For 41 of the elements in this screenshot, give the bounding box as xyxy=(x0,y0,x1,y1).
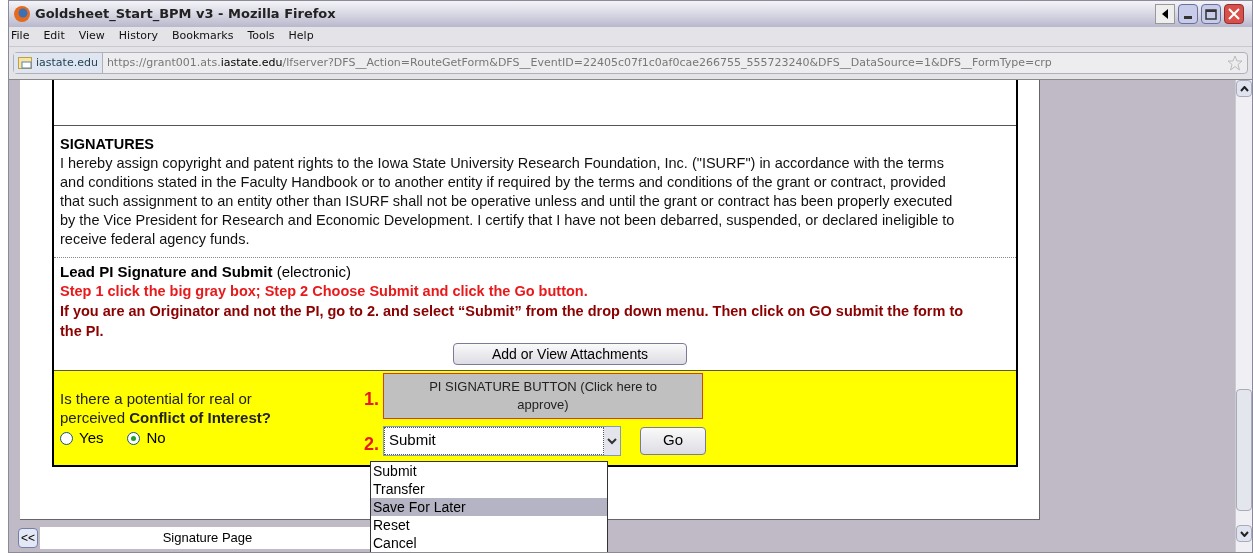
back-tab-button[interactable]: << xyxy=(18,528,38,548)
scroll-up-icon xyxy=(1239,85,1249,92)
scroll-left-button[interactable] xyxy=(1155,4,1175,24)
minimize-icon xyxy=(1184,16,1192,19)
step-number: 1. xyxy=(364,388,379,411)
maximize-icon xyxy=(1205,8,1217,20)
add-attachments-button[interactable]: Add or View Attachments xyxy=(453,343,687,365)
dropdown-option[interactable]: Save For Later xyxy=(371,498,607,516)
close-button[interactable] xyxy=(1224,4,1244,24)
section-heading: SIGNATURES xyxy=(60,135,155,154)
menu-item[interactable]: View xyxy=(78,28,105,45)
close-icon xyxy=(1228,8,1240,20)
instruction-text: If you are an Originator and not the PI, go to 2. and select “Submit” from the drop down menu. Then click on GO submit the form to the PI. xyxy=(60,302,965,341)
menu-item[interactable]: Help xyxy=(288,28,314,45)
menu-item[interactable]: Tools xyxy=(247,28,275,45)
radio-button[interactable] xyxy=(60,431,73,445)
maximize-button[interactable] xyxy=(1201,4,1221,24)
window-title: Goldsheet_Start_BPM v3 - Mozilla Firefox xyxy=(35,5,336,24)
instruction-text: Step 1 click the big gray box; Step 2 Choose Submit and click the Go button. xyxy=(60,282,589,301)
conflict-question: Is there a potential for real or perceived Conflict of Interest? xyxy=(60,389,272,427)
section-heading: Lead PI Signature and Submit (electronic) xyxy=(60,263,352,281)
vertical-scrollbar[interactable] xyxy=(1235,80,1252,552)
step-number: 2. xyxy=(364,433,379,456)
go-button[interactable]: Go xyxy=(640,426,706,455)
dropdown-option[interactable]: Transfer xyxy=(371,480,607,498)
radio-button[interactable] xyxy=(127,431,141,445)
signatures-paragraph: I hereby assign copyright and patent rights to the Iowa State University Research Foundation, Inc. ("ISURF") in accordance with the terms and conditions stated in the Faculty Handbook or to another entity if required by the terms and conditions of the grant or contract, provided that such assignment to an entity other than ISURF shall not be operative unless and until the grant or contract has been properly executed by the Vice President for Research and Economic Development. I certify that I have not been debarred, suspended, or declared ineligible to receive federal agency funds. xyxy=(60,154,956,249)
menu-item[interactable]: File xyxy=(11,28,30,45)
scrollbar-thumb[interactable] xyxy=(1236,389,1252,511)
dropdown-option[interactable]: Submit xyxy=(371,462,607,480)
menu-item[interactable]: Edit xyxy=(43,28,65,45)
radio-label[interactable]: Yes xyxy=(79,427,104,450)
menu-item[interactable]: History xyxy=(118,28,158,45)
menu-item[interactable]: Bookmarks xyxy=(172,28,234,45)
scroll-down-icon xyxy=(1239,530,1249,537)
pi-signature-button[interactable]: PI SIGNATURE BUTTON (Click here to approve) xyxy=(383,373,703,419)
minimize-button[interactable] xyxy=(1178,4,1198,24)
radio-label[interactable]: No xyxy=(146,427,166,450)
action-select[interactable]: Submit xyxy=(383,425,621,456)
firefox-logo-icon xyxy=(13,5,31,23)
left-arrow-icon xyxy=(1162,9,1168,19)
